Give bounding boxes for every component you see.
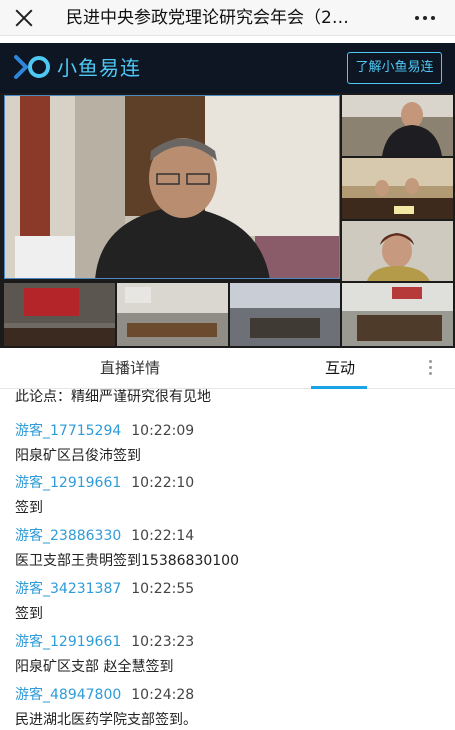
brand-name: 小鱼易连 <box>57 56 141 80</box>
chat-username[interactable]: 游客_23886330 <box>15 528 121 544</box>
main-speaker-video[interactable] <box>4 95 340 279</box>
xiaoyu-logo-icon <box>14 55 50 79</box>
chat-username[interactable]: 游客_12919661 <box>15 634 121 650</box>
chat-message-text: 此论点：精细严谨研究很有见地 <box>15 389 211 405</box>
chat-username[interactable]: 游客_34231387 <box>15 581 121 597</box>
chat-timestamp: 10:22:10 <box>131 475 195 491</box>
chat-message: 游客_23886330 10:22:14 医卫支部王贵明签到15386830100 <box>15 524 445 572</box>
chat-list[interactable]: 此论点：精细严谨研究很有见地 游客_17715294 10:22:09 阳泉矿区吕… <box>0 389 455 730</box>
chat-message-text: 签到 <box>15 606 43 622</box>
participant-video[interactable] <box>117 283 228 346</box>
chat-message-text: 阳泉矿区吕俊沛签到 <box>15 448 141 464</box>
more-options-icon[interactable] <box>415 16 435 20</box>
participant-video[interactable] <box>342 221 453 281</box>
chat-message: 游客_12919661 10:22:10 签到 <box>15 471 445 519</box>
title-bar: 民进中央参政党理论研究会年会（2… <box>0 0 455 36</box>
tab-more-icon[interactable] <box>429 360 433 378</box>
participant-video[interactable] <box>342 283 453 346</box>
participant-video[interactable] <box>342 95 453 156</box>
chat-username[interactable]: 游客_48947800 <box>15 687 121 703</box>
chat-timestamp: 10:24:28 <box>131 687 195 703</box>
close-icon[interactable] <box>13 7 35 29</box>
chat-timestamp: 10:22:14 <box>131 528 195 544</box>
chat-message-text: 民进湖北医药学院支部签到。 <box>15 712 197 728</box>
chat-message: 游客_12919661 10:23:23 阳泉矿区支部 赵全慧签到 <box>15 630 445 678</box>
tab-interaction[interactable]: 互动 <box>302 348 378 389</box>
chat-message: 游客_17715294 10:22:09 阳泉矿区吕俊沛签到 <box>15 419 445 467</box>
chat-timestamp: 10:22:09 <box>131 423 195 439</box>
chat-message-text: 阳泉矿区支部 赵全慧签到 <box>15 659 174 675</box>
learn-more-button[interactable]: 了解小鱼易连 <box>347 52 442 84</box>
tab-live-details[interactable]: 直播详情 <box>80 348 180 389</box>
chat-username[interactable]: 游客_12919661 <box>15 475 121 491</box>
video-area[interactable] <box>0 93 455 348</box>
chat-message-text: 签到 <box>15 500 43 516</box>
chat-timestamp: 10:23:23 <box>131 634 195 650</box>
chat-timestamp: 10:22:55 <box>131 581 195 597</box>
page-title: 民进中央参政党理论研究会年会（2… <box>66 8 349 28</box>
participant-video[interactable] <box>4 283 115 346</box>
participant-video[interactable] <box>342 158 453 219</box>
tab-bar: 直播详情 互动 <box>0 348 455 389</box>
chat-message-text: 医卫支部王贵明签到15386830100 <box>15 553 239 569</box>
chat-username[interactable]: 游客_17715294 <box>15 423 121 439</box>
participant-video[interactable] <box>230 283 340 346</box>
brand-bar: 小鱼易连 了解小鱼易连 <box>0 43 455 93</box>
chat-message: 游客_48947800 10:24:28 民进湖北医药学院支部签到。 <box>15 683 445 730</box>
chat-message: 游客_34231387 10:22:55 签到 <box>15 577 445 625</box>
